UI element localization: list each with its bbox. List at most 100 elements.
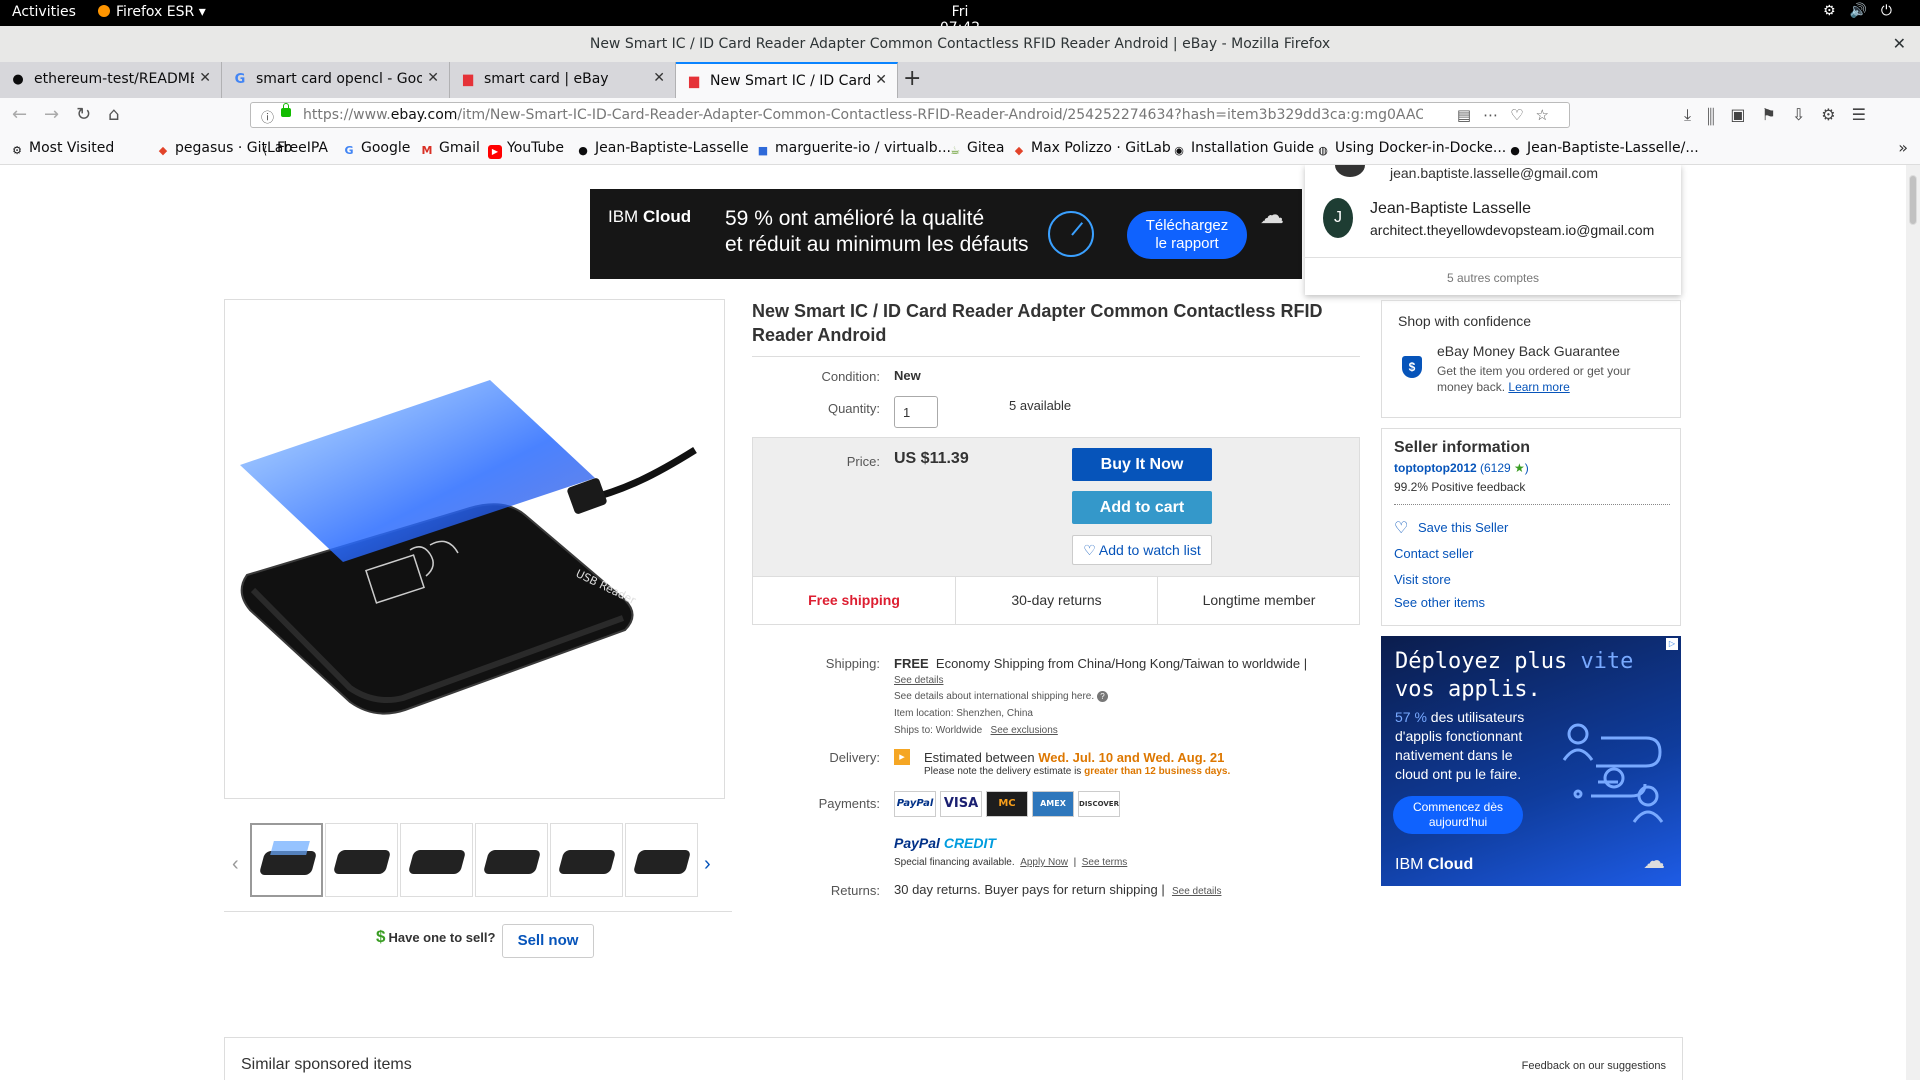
ad-start-button[interactable]: Commencez dès aujourd'hui: [1393, 796, 1523, 834]
thumbnail[interactable]: [475, 823, 548, 897]
account-email[interactable]: jean.baptiste.lasselle@gmail.com: [1390, 165, 1598, 181]
bookmark-gitea[interactable]: ☕ Gitea: [948, 140, 1004, 158]
bookmark-freeipa[interactable]: ⟨ FreeIPA: [258, 140, 328, 158]
account-email[interactable]: architect.theyellowdevopsteam.io@gmail.c…: [1370, 222, 1654, 238]
thumbnail[interactable]: [625, 823, 698, 897]
bookmark-gmail[interactable]: M Gmail: [420, 140, 480, 158]
seller-name[interactable]: toptoptop2012 (6129 ★): [1394, 461, 1529, 475]
add-to-watch-list-button[interactable]: ♡ Add to watch list: [1072, 535, 1212, 565]
gallery-next-icon[interactable]: ›: [704, 853, 711, 876]
heart-icon[interactable]: ♡: [1394, 518, 1408, 538]
thumbnail[interactable]: [250, 823, 323, 897]
seller-score[interactable]: (6129: [1477, 461, 1514, 475]
product-main-image[interactable]: USB Reader: [224, 299, 725, 799]
bookmark-marguerite-io[interactable]: ■ marguerite-io / virtualb...: [756, 140, 951, 158]
returns-label: Returns:: [830, 883, 880, 898]
add-to-cart-button[interactable]: Add to cart: [1072, 491, 1212, 524]
ibm-cloud-side-ad[interactable]: ▷ Déployez plus vite vos applis. 57 % des…: [1381, 636, 1681, 886]
forward-icon[interactable]: →: [44, 104, 59, 125]
thumbnail[interactable]: [400, 823, 473, 897]
gear-icon: ⚙: [12, 144, 22, 157]
bookmark-youtube[interactable]: ▶ YouTube: [488, 140, 564, 159]
contact-seller-link[interactable]: Contact seller: [1394, 546, 1473, 561]
thumbnail-strip: [236, 823, 724, 901]
bookmark-label: Max Polizzo · GitLab: [1031, 140, 1171, 156]
other-accounts-link[interactable]: 5 autres comptes: [1305, 271, 1681, 285]
divider: [1394, 504, 1670, 505]
tab-google-search[interactable]: G smart card opencl - Google ✕: [222, 62, 450, 98]
url-text[interactable]: https://www.ebay.com/itm/New-Smart-IC-ID…: [303, 107, 1423, 123]
help-icon[interactable]: ?: [1096, 691, 1108, 702]
activities-button[interactable]: Activities: [12, 4, 76, 20]
dollar-icon: $: [376, 927, 386, 946]
app-menu[interactable]: Firefox ESR ▾: [98, 4, 206, 20]
ad-download-button[interactable]: Téléchargez le rapport: [1127, 211, 1247, 259]
free-shipping-badge: Free shipping: [753, 577, 956, 624]
bookmark-label: Gmail: [439, 140, 480, 156]
home-icon[interactable]: ⌂: [108, 104, 119, 125]
page-scrollbar[interactable]: [1906, 165, 1920, 1080]
bookmark-max-polizzo-gitlab[interactable]: ◆ Max Polizzo · GitLab: [1012, 140, 1171, 158]
returns-details-link[interactable]: See details: [1172, 886, 1221, 897]
tab-close-icon[interactable]: ✕: [653, 70, 665, 86]
bookmark-google[interactable]: G Google: [342, 140, 410, 158]
site-info-icon[interactable]: ⓘ: [261, 107, 274, 126]
visit-store-link[interactable]: Visit store: [1394, 572, 1451, 587]
shipping-label: Shipping:: [825, 656, 880, 671]
adchoices-icon[interactable]: ▷: [1666, 638, 1678, 650]
shop-with-confidence-panel: Shop with confidence $ eBay Money Back G…: [1381, 300, 1681, 418]
ibm-cloud-banner-ad[interactable]: IBM Cloud 59 % ont amélioré la qualité et…: [590, 189, 1302, 279]
headline-a: Déployez plus: [1395, 649, 1581, 674]
bookmark-most-visited[interactable]: ⚙ Most Visited: [10, 140, 114, 158]
exclusions-link[interactable]: See exclusions: [991, 725, 1058, 736]
buy-it-now-button[interactable]: Buy It Now: [1072, 448, 1212, 481]
ebay-icon: ▆: [689, 74, 699, 89]
tab-close-icon[interactable]: ✕: [199, 70, 211, 86]
google-icon: G: [234, 72, 246, 87]
see-terms-link[interactable]: See terms: [1082, 857, 1128, 868]
tab-close-icon[interactable]: ✕: [875, 72, 887, 88]
apply-now-link[interactable]: Apply Now: [1020, 857, 1068, 868]
payments-label: Payments:: [818, 796, 880, 811]
thumbnail[interactable]: [550, 823, 623, 897]
tab-ebay-search[interactable]: ▆ smart card | eBay ✕: [450, 62, 676, 98]
system-tray-icons[interactable]: ⚙🔊⏻: [1823, 3, 1906, 19]
bookmarks-overflow-icon[interactable]: »: [1898, 138, 1908, 157]
learn-more-link[interactable]: Learn more: [1508, 380, 1569, 394]
logo-text-bold: Cloud: [1427, 856, 1474, 873]
shipping-details-link[interactable]: See details: [894, 675, 943, 686]
save-seller-link[interactable]: Save this Seller: [1418, 520, 1508, 535]
feedback-link[interactable]: Feedback on our suggestions: [1522, 1060, 1666, 1072]
bookmark-docker-in-docker[interactable]: ◍ Using Docker-in-Docke...: [1316, 140, 1506, 158]
bookmark-installation-guide[interactable]: ◉ Installation Guide: [1172, 140, 1314, 158]
see-other-items-link[interactable]: See other items: [1394, 595, 1485, 610]
headline-b: vite: [1580, 649, 1634, 674]
url-bar-actions[interactable]: ▤⋯♡☆: [1457, 106, 1561, 124]
bookmark-jean-baptiste-lasselle[interactable]: ● Jean-Baptiste-Lasselle: [576, 140, 748, 158]
url-bar[interactable]: ⓘ https://www.ebay.com/itm/New-Smart-IC-…: [250, 102, 1570, 128]
sell-now-button[interactable]: Sell now: [502, 924, 594, 958]
window-close-icon[interactable]: ✕: [1893, 34, 1906, 53]
tab-ethereum-readme[interactable]: ● ethereum-test/README.md ✕: [0, 62, 222, 98]
pp-credit-a: PayPal: [894, 835, 944, 851]
bookmark-jean-baptiste-lasselle-2[interactable]: ● Jean-Baptiste-Lasselle/...: [1508, 140, 1699, 158]
window-title-bar: New Smart IC / ID Card Reader Adapter Co…: [0, 26, 1920, 63]
similar-sponsored-items: Similar sponsored items Feedback on our …: [224, 1037, 1683, 1080]
scrollbar-thumb[interactable]: [1909, 175, 1917, 225]
toolbar-icons[interactable]: ⤓⫼▣⚑⇩⚙☰: [1684, 105, 1882, 125]
account-name[interactable]: Jean-Baptiste Lasselle: [1370, 200, 1531, 218]
tab-close-icon[interactable]: ✕: [427, 70, 439, 86]
condition-label: Condition:: [821, 369, 880, 384]
reload-icon[interactable]: ↻: [76, 104, 91, 125]
thumbnail[interactable]: [325, 823, 398, 897]
ships-to: Ships to: Worldwide See exclusions: [894, 725, 1058, 736]
new-tab-button[interactable]: +: [903, 66, 921, 91]
divider: [752, 356, 1360, 357]
avatar: [1335, 165, 1365, 177]
url-host: ebay.com: [390, 107, 458, 123]
quantity-input[interactable]: 1: [894, 396, 938, 428]
github-icon: ●: [578, 144, 588, 157]
tab-ebay-item[interactable]: ▆ New Smart IC / ID Card Re ✕: [676, 62, 898, 98]
seller-username[interactable]: toptoptop2012: [1394, 461, 1477, 475]
back-icon[interactable]: ←: [12, 104, 27, 125]
